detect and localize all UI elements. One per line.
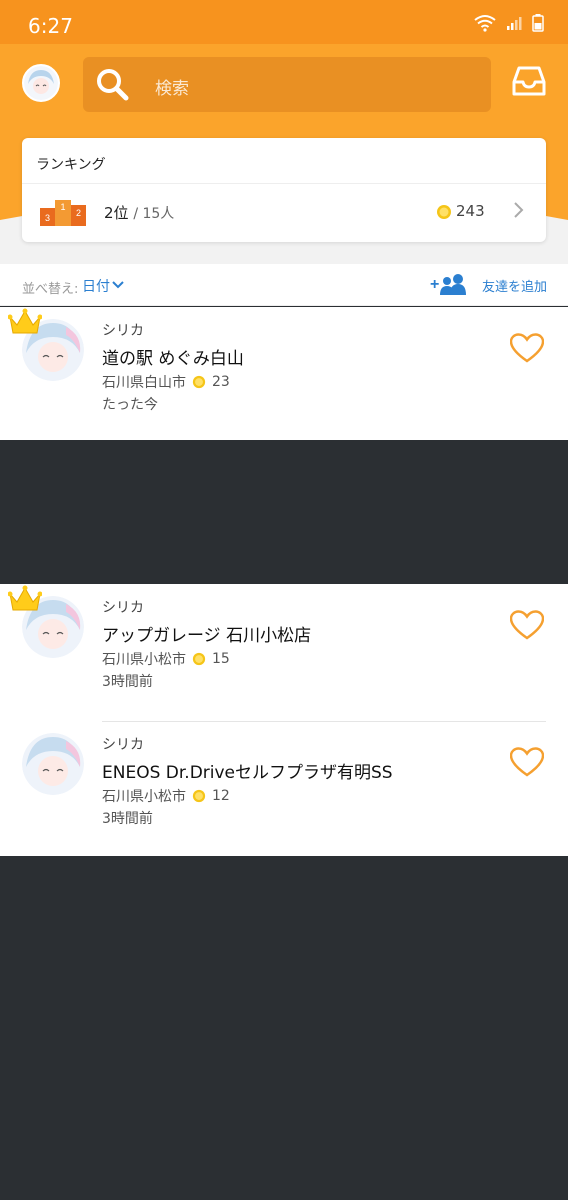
post-points: 23 <box>212 374 230 390</box>
svg-text:+: + <box>430 276 439 293</box>
feed-block: シリカ 道の駅 めぐみ白山 石川県白山市 23 たった今 <box>0 307 568 440</box>
feed-block: シリカ アップガレージ 石川小松店 石川県小松市 15 3時間前 シリカ ENE… <box>0 584 568 856</box>
feed-post[interactable]: シリカ 道の駅 めぐみ白山 石川県白山市 23 たった今 <box>0 307 568 437</box>
ranking-card[interactable]: ランキング 3 1 2 2位 / 15人 243 <box>22 138 546 242</box>
post-time: 3時間前 <box>102 811 153 827</box>
chevron-right-icon <box>514 202 524 218</box>
post-divider <box>102 721 546 722</box>
ranking-points: 243 <box>456 202 485 220</box>
sort-bar: 並べ替え: 日付 + 友達を追加 <box>0 264 568 306</box>
post-username: シリカ <box>102 600 144 616</box>
profile-avatar[interactable] <box>22 64 60 102</box>
post-meta: 石川県小松市 12 <box>102 786 230 806</box>
post-time: たった今 <box>102 397 158 413</box>
post-title: 道の駅 めぐみ白山 <box>102 349 244 369</box>
heart-icon[interactable] <box>510 747 544 777</box>
rank-total: / 15人 <box>133 206 175 222</box>
post-location: 石川県小松市 <box>102 652 186 668</box>
post-username: シリカ <box>102 323 144 339</box>
search-placeholder: 検索 <box>155 79 189 99</box>
rank-value: 2位 <box>104 204 129 222</box>
wifi-icon <box>474 15 496 32</box>
crown-icon <box>8 585 42 611</box>
feed-post[interactable]: シリカ ENEOS Dr.Driveセルフプラザ有明SS 石川県小松市 12 3… <box>0 721 568 851</box>
post-username: シリカ <box>102 737 144 753</box>
status-time: 6:27 <box>28 14 73 38</box>
chevron-down-icon[interactable] <box>112 280 124 290</box>
coin-icon <box>192 652 206 666</box>
podium-label-2: 2 <box>76 208 81 218</box>
search-icon <box>97 69 129 101</box>
signal-icon <box>507 17 522 30</box>
ranking-position: 2位 / 15人 <box>104 202 174 223</box>
coin-icon <box>192 375 206 389</box>
post-meta: 石川県小松市 15 <box>102 649 230 669</box>
feed-post[interactable]: シリカ アップガレージ 石川小松店 石川県小松市 15 3時間前 <box>0 584 568 714</box>
inbox-icon[interactable] <box>512 64 546 98</box>
search-input[interactable]: 検索 <box>83 57 491 112</box>
sort-label: 並べ替え: <box>22 282 79 297</box>
post-time: 3時間前 <box>102 674 153 690</box>
podium-icon: 3 1 2 <box>40 200 86 226</box>
coin-icon <box>437 205 451 219</box>
avatar-illustration <box>22 733 84 795</box>
post-location: 石川県白山市 <box>102 375 186 391</box>
add-friend-icon[interactable]: + <box>430 274 472 296</box>
ranking-title: ランキング <box>36 157 106 173</box>
crown-icon <box>8 308 42 334</box>
heart-icon[interactable] <box>510 610 544 640</box>
podium-label-1: 1 <box>60 202 65 212</box>
heart-icon[interactable] <box>510 333 544 363</box>
ranking-divider <box>22 183 546 184</box>
post-title: ENEOS Dr.Driveセルフプラザ有明SS <box>102 763 393 783</box>
podium-label-3: 3 <box>45 213 50 223</box>
post-points: 12 <box>212 788 230 804</box>
avatar-illustration <box>24 66 58 100</box>
coin-icon <box>192 789 206 803</box>
battery-icon <box>532 14 544 32</box>
status-icons <box>474 14 544 32</box>
status-bar: 6:27 <box>0 0 568 50</box>
post-title: アップガレージ 石川小松店 <box>102 626 312 646</box>
add-friend-button[interactable]: 友達を追加 <box>482 276 547 295</box>
post-location: 石川県小松市 <box>102 789 186 805</box>
sort-dropdown[interactable]: 日付 <box>82 276 110 296</box>
post-avatar[interactable] <box>22 733 84 795</box>
post-meta: 石川県白山市 23 <box>102 372 230 392</box>
post-points: 15 <box>212 651 230 667</box>
